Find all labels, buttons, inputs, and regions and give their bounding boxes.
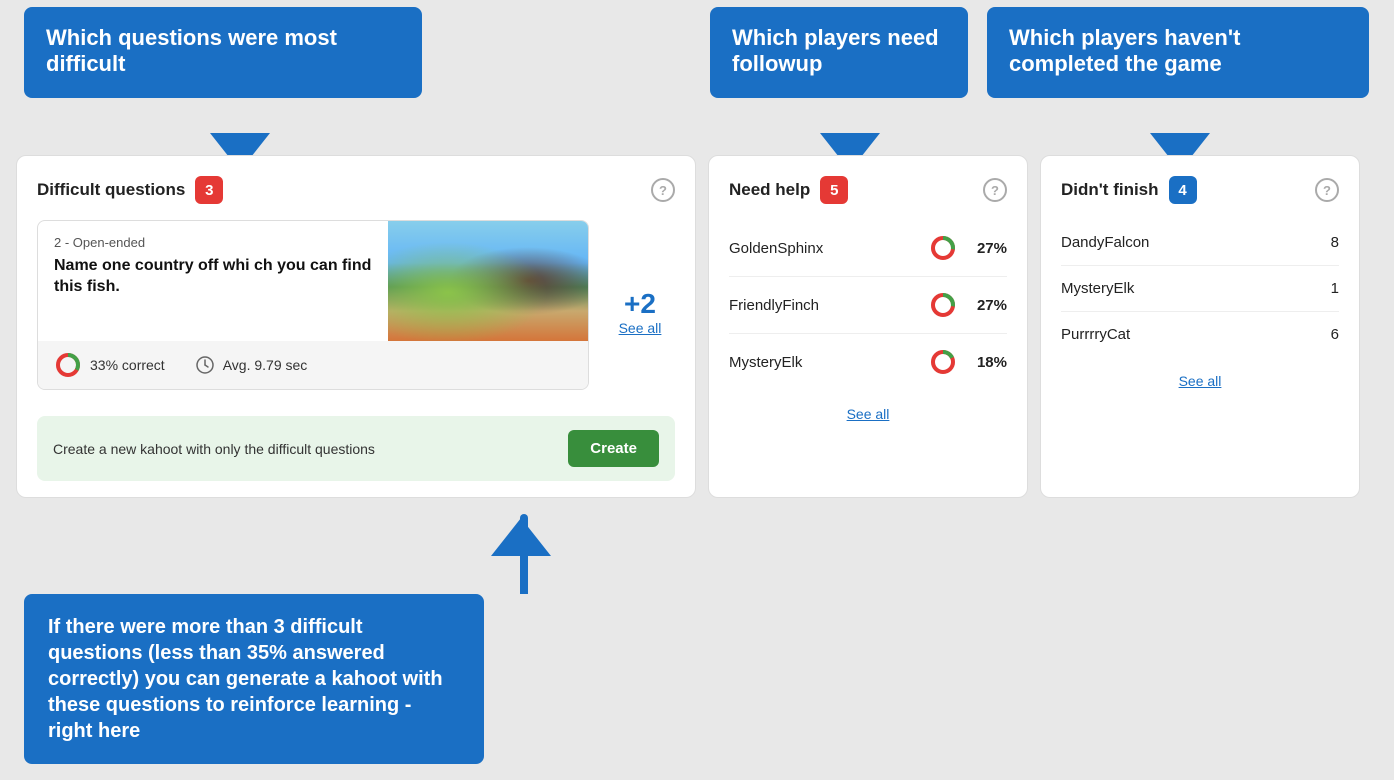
needhelp-title: Need help (729, 180, 810, 200)
didntfinish-score-1: 8 (1319, 234, 1339, 251)
difficult-badge: 3 (195, 176, 223, 204)
needhelp-pct-1: 27% (967, 240, 1007, 257)
more-count: +2 (624, 288, 656, 320)
avgtime-stat: Avg. 9.79 sec (195, 355, 308, 375)
didntfinish-help-icon[interactable]: ? (1315, 178, 1339, 202)
question-top: 2 - Open-ended Name one country off whi … (38, 221, 588, 341)
needhelp-player-right-2: 27% (929, 291, 1007, 319)
needhelp-player-row-3: MysteryElk 18% (729, 334, 1007, 390)
card-header-difficult: Difficult questions 3 ? (37, 176, 675, 204)
didntfinish-title: Didn't finish (1061, 180, 1159, 200)
didnt-finish-card: Didn't finish 4 ? DandyFalcon 8 MysteryE… (1040, 155, 1360, 498)
question-image (388, 221, 588, 341)
difficult-see-all[interactable]: See all (619, 320, 662, 336)
correct-stat: 33% correct (54, 351, 165, 379)
needhelp-donut-1 (929, 234, 957, 262)
question-title: Name one country off whi ch you can find… (54, 256, 372, 298)
callout-middle: Which players need followup (710, 7, 968, 98)
needhelp-see-all[interactable]: See all (847, 406, 890, 422)
difficult-help-icon[interactable]: ? (651, 178, 675, 202)
question-stats: 33% correct Avg. 9.79 sec (38, 341, 588, 389)
card-header-needhelp: Need help 5 ? (729, 176, 1007, 204)
question-card: 2 - Open-ended Name one country off whi … (37, 220, 589, 390)
didntfinish-player-name-1: DandyFalcon (1061, 234, 1149, 251)
needhelp-player-name-1: GoldenSphinx (729, 240, 823, 257)
clock-icon (195, 355, 215, 375)
didntfinish-player-row-2: MysteryElk 1 (1061, 266, 1339, 312)
didntfinish-badge: 4 (1169, 176, 1197, 204)
callout-right: Which players haven't completed the game (987, 7, 1369, 98)
needhelp-donut-2 (929, 291, 957, 319)
didntfinish-player-row-3: PurrrryCat 6 (1061, 312, 1339, 357)
didntfinish-see-all[interactable]: See all (1179, 373, 1222, 389)
card-title-row-didntfinish: Didn't finish 4 (1061, 176, 1197, 204)
needhelp-pct-3: 18% (967, 354, 1007, 371)
didntfinish-see-all-container: See all (1061, 357, 1339, 395)
needhelp-donut-3 (929, 348, 957, 376)
card-title-row-needhelp: Need help 5 (729, 176, 848, 204)
more-questions: +2 See all (605, 220, 675, 404)
didntfinish-player-name-2: MysteryElk (1061, 280, 1134, 297)
needhelp-player-right-3: 18% (929, 348, 1007, 376)
needhelp-player-name-2: FriendlyFinch (729, 297, 819, 314)
need-help-card: Need help 5 ? GoldenSphinx (708, 155, 1028, 498)
create-button[interactable]: Create (568, 430, 659, 467)
needhelp-see-all-container: See all (729, 390, 1007, 428)
needhelp-player-row-1: GoldenSphinx 27% (729, 220, 1007, 277)
bottom-callout: If there were more than 3 difficult ques… (24, 594, 484, 764)
correct-text: 33% correct (90, 357, 165, 373)
didntfinish-score-2: 1 (1319, 280, 1339, 297)
didntfinish-player-name-3: PurrrryCat (1061, 326, 1130, 343)
needhelp-badge: 5 (820, 176, 848, 204)
callout-left: Which questions were most difficult (24, 7, 422, 98)
page-wrapper: Which questions were most difficult Whic… (0, 0, 1394, 780)
needhelp-help-icon[interactable]: ? (983, 178, 1007, 202)
didntfinish-score-3: 6 (1319, 326, 1339, 343)
card-header-didntfinish: Didn't finish 4 ? (1061, 176, 1339, 204)
needhelp-player-list: GoldenSphinx 27% Frien (729, 220, 1007, 390)
cards-row: Difficult questions 3 ? 2 - Open-ended N… (16, 155, 1378, 498)
card-title-row-difficult: Difficult questions 3 (37, 176, 223, 204)
create-bar: Create a new kahoot with only the diffic… (37, 416, 675, 481)
didntfinish-player-list: DandyFalcon 8 MysteryElk 1 PurrrryCat 6 (1061, 220, 1339, 357)
correct-donut (54, 351, 82, 379)
didntfinish-player-row-1: DandyFalcon 8 (1061, 220, 1339, 266)
question-text-area: 2 - Open-ended Name one country off whi … (38, 221, 388, 341)
needhelp-player-right-1: 27% (929, 234, 1007, 262)
avgtime-text: Avg. 9.79 sec (223, 357, 308, 373)
needhelp-pct-2: 27% (967, 297, 1007, 314)
question-label: 2 - Open-ended (54, 235, 372, 250)
needhelp-player-row-2: FriendlyFinch 27% (729, 277, 1007, 334)
difficult-title: Difficult questions (37, 180, 185, 200)
create-bar-text: Create a new kahoot with only the diffic… (53, 441, 375, 457)
difficult-questions-card: Difficult questions 3 ? 2 - Open-ended N… (16, 155, 696, 498)
needhelp-player-name-3: MysteryElk (729, 354, 802, 371)
